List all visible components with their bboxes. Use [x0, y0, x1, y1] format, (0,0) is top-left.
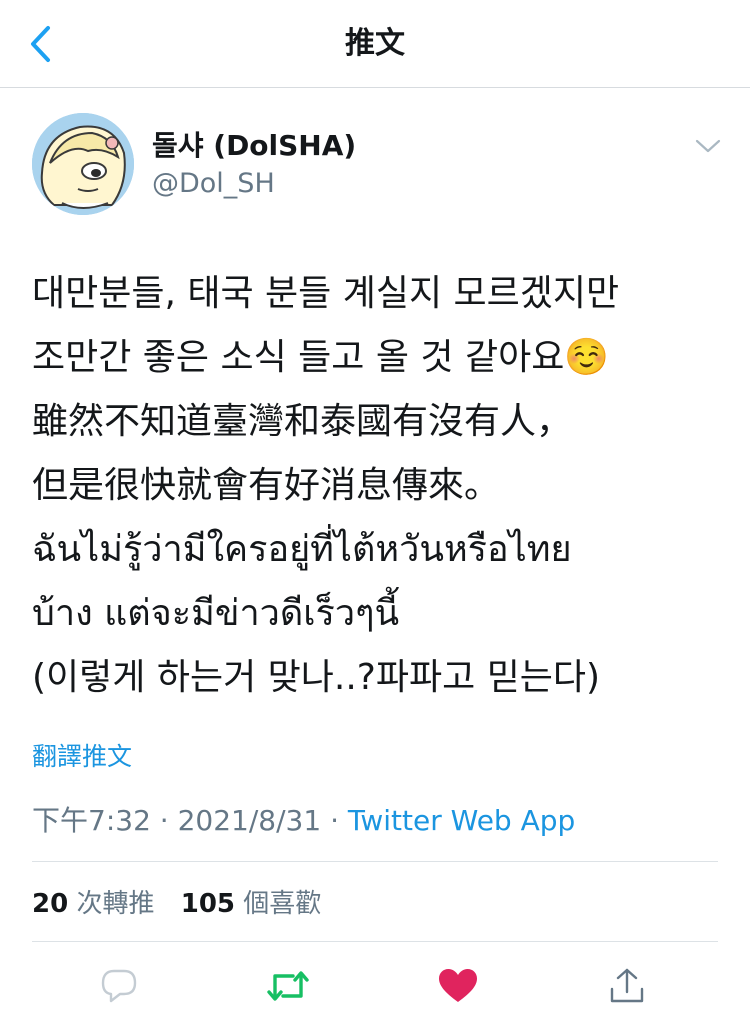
tweet-line: บ้าง แต่จะมีข่าวดีเร็วๆนี้: [32, 593, 400, 634]
divider: [32, 941, 718, 942]
tweet-line: 조만간 좋은 소식 들고 올 것 같아요☺️: [32, 326, 722, 390]
separator-dot: ·: [159, 804, 169, 837]
more-options-button[interactable]: [692, 132, 724, 160]
heart-icon: [439, 969, 477, 1002]
avatar-illustration: [32, 113, 134, 215]
share-icon: [610, 968, 644, 1003]
separator-dot: ·: [330, 804, 339, 837]
retweet-stat[interactable]: 20 次轉推: [32, 889, 154, 919]
tweet-line: 雖然不知道臺灣和泰國有沒有人，: [32, 401, 573, 442]
tweet-line: ฉันไม่รู้ว่ามีใครอยู่ที่ไต้หวันหรือไทย: [32, 529, 572, 570]
like-button[interactable]: [436, 964, 480, 1008]
navigation-bar: 推文: [0, 0, 750, 88]
tweet-text: 대만분들, 태국 분들 계실지 모르겠지만 조만간 좋은 소식 들고 올 것 같…: [32, 262, 722, 710]
like-stat[interactable]: 105 個喜歡: [181, 889, 322, 919]
retweet-button[interactable]: [266, 964, 310, 1008]
retweet-icon: [267, 971, 309, 1001]
retweet-label: 次轉推: [76, 889, 155, 919]
reply-bubble-icon: [101, 969, 137, 1003]
retweet-count: 20: [32, 889, 69, 919]
avatar[interactable]: [32, 113, 134, 215]
divider: [32, 861, 718, 862]
tweet-date: 2021/8/31: [177, 804, 322, 837]
tweet-line: (이렇게 하는거 맞나..?파파고 믿는다): [32, 657, 601, 698]
page-title: 推文: [345, 26, 405, 61]
tweet-detail-page: 推文 돌샤 (DolSHA) @Dol_SH 대만분들, 태국 분들 계실지 모…: [0, 0, 750, 1024]
tweet-time: 下午7:32: [32, 804, 151, 837]
tweet-source-link[interactable]: Twitter Web App: [348, 804, 575, 837]
tweet-metadata: 下午7:32 · 2021/8/31 · Twitter Web App: [32, 803, 575, 839]
smiling-face-emoji: ☺️: [564, 337, 610, 378]
like-count: 105: [180, 889, 236, 919]
tweet-line-text: 조만간 좋은 소식 들고 올 것 같아요: [32, 337, 565, 378]
like-label: 個喜歡: [243, 889, 322, 919]
engagement-stats: 20 次轉推 105 個喜歡: [32, 886, 321, 922]
author-display-name[interactable]: 돌샤 (DolSHA): [152, 128, 356, 164]
share-button[interactable]: [605, 964, 649, 1008]
translate-tweet-link[interactable]: 翻譯推文: [32, 740, 132, 774]
author-handle[interactable]: @Dol_SH: [152, 166, 275, 202]
chevron-down-icon: [695, 139, 721, 153]
tweet-line: 但是很快就會有好消息傳來。: [32, 465, 501, 506]
tweet-line: 대만분들, 태국 분들 계실지 모르겠지만: [32, 273, 620, 314]
reply-button[interactable]: [97, 964, 141, 1008]
